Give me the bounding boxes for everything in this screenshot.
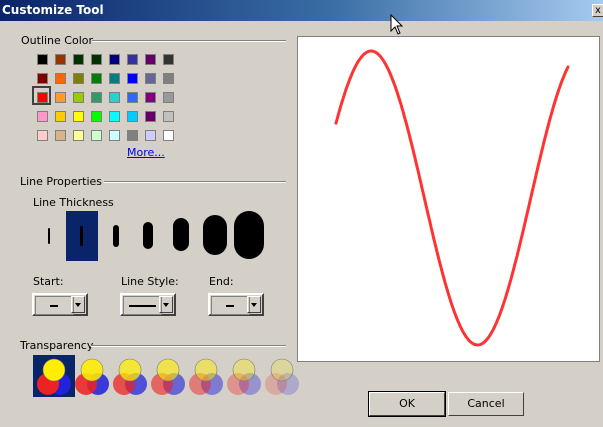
thickness-option-5[interactable] (173, 218, 189, 251)
color-swatch[interactable] (37, 73, 48, 84)
color-swatch[interactable] (37, 54, 48, 65)
transparency-option-5[interactable] (186, 355, 228, 397)
line-preview-panel (297, 36, 600, 362)
color-swatch[interactable] (145, 73, 156, 84)
color-swatch[interactable] (127, 130, 138, 141)
transparency-option-4[interactable] (148, 355, 190, 397)
color-swatch[interactable] (145, 54, 156, 65)
thickness-option-4[interactable] (143, 222, 153, 249)
color-swatch[interactable] (91, 73, 102, 84)
line-style-chevron-down-icon[interactable] (159, 296, 173, 313)
outline-color-label: Outline Color (21, 34, 94, 47)
mouse-cursor-icon (390, 14, 404, 35)
title-bar: Customize Tool x (0, 0, 603, 21)
color-swatch[interactable] (73, 111, 84, 122)
cancel-button[interactable]: Cancel (448, 392, 524, 416)
color-swatch[interactable] (163, 130, 174, 141)
ok-button[interactable]: OK (368, 391, 446, 417)
color-swatch[interactable] (73, 92, 84, 103)
end-label: End: (209, 275, 234, 288)
transparency-option-1[interactable] (34, 355, 76, 397)
outline-color-divider (92, 40, 286, 42)
color-swatch[interactable] (73, 130, 84, 141)
color-swatch[interactable] (73, 73, 84, 84)
window-title: Customize Tool (2, 3, 104, 17)
color-swatch[interactable] (37, 111, 48, 122)
color-swatch[interactable] (37, 130, 48, 141)
transparency-divider (91, 345, 286, 347)
transparency-option-3[interactable] (110, 355, 152, 397)
thickness-option-1[interactable] (48, 228, 50, 244)
color-swatch[interactable] (55, 130, 66, 141)
line-style-value (123, 296, 162, 315)
start-cap-chevron-down-icon[interactable] (71, 296, 85, 313)
thickness-option-2[interactable] (80, 226, 83, 246)
more-colors-link[interactable]: More... (127, 146, 165, 159)
end-cap-dropdown[interactable] (208, 293, 264, 316)
color-swatch[interactable] (55, 92, 66, 103)
color-swatch[interactable] (145, 130, 156, 141)
color-swatch[interactable] (109, 54, 120, 65)
color-swatch[interactable] (109, 111, 120, 122)
color-swatch[interactable] (109, 73, 120, 84)
selected-color-indicator (32, 86, 51, 105)
color-swatch[interactable] (127, 54, 138, 65)
color-swatch[interactable] (109, 130, 120, 141)
color-swatch[interactable] (91, 92, 102, 103)
color-swatch[interactable] (163, 73, 174, 84)
thickness-option-6[interactable] (203, 215, 227, 255)
color-swatch[interactable] (127, 92, 138, 103)
color-swatch[interactable] (55, 73, 66, 84)
color-swatch[interactable] (109, 92, 120, 103)
sine-wave-preview (334, 49, 570, 347)
end-cap-value (211, 296, 250, 315)
line-thickness-label: Line Thickness (33, 196, 114, 209)
thickness-option-7[interactable] (234, 211, 264, 259)
color-swatch[interactable] (127, 73, 138, 84)
start-cap-dropdown[interactable] (32, 293, 88, 316)
color-swatch[interactable] (91, 54, 102, 65)
line-properties-divider (104, 181, 286, 183)
close-button[interactable]: x (592, 4, 603, 17)
transparency-option-2[interactable] (72, 355, 114, 397)
color-swatch[interactable] (145, 111, 156, 122)
color-swatch[interactable] (91, 130, 102, 141)
line-style-dropdown[interactable] (120, 293, 176, 316)
start-label: Start: (33, 275, 64, 288)
line-style-label: Line Style: (121, 275, 179, 288)
end-cap-chevron-down-icon[interactable] (247, 296, 261, 313)
color-swatch[interactable] (163, 111, 174, 122)
start-cap-value (35, 296, 74, 315)
color-swatch[interactable] (163, 92, 174, 103)
color-swatch[interactable] (91, 111, 102, 122)
transparency-option-6[interactable] (224, 355, 266, 397)
color-swatch[interactable] (163, 54, 174, 65)
color-swatch[interactable] (55, 111, 66, 122)
preview-line (334, 49, 570, 347)
color-swatch[interactable] (73, 54, 84, 65)
thickness-option-3[interactable] (113, 225, 119, 247)
transparency-label: Transparency (20, 339, 94, 352)
color-swatch[interactable] (145, 92, 156, 103)
color-swatch[interactable] (55, 54, 66, 65)
color-swatch[interactable] (127, 111, 138, 122)
line-properties-label: Line Properties (20, 175, 103, 188)
